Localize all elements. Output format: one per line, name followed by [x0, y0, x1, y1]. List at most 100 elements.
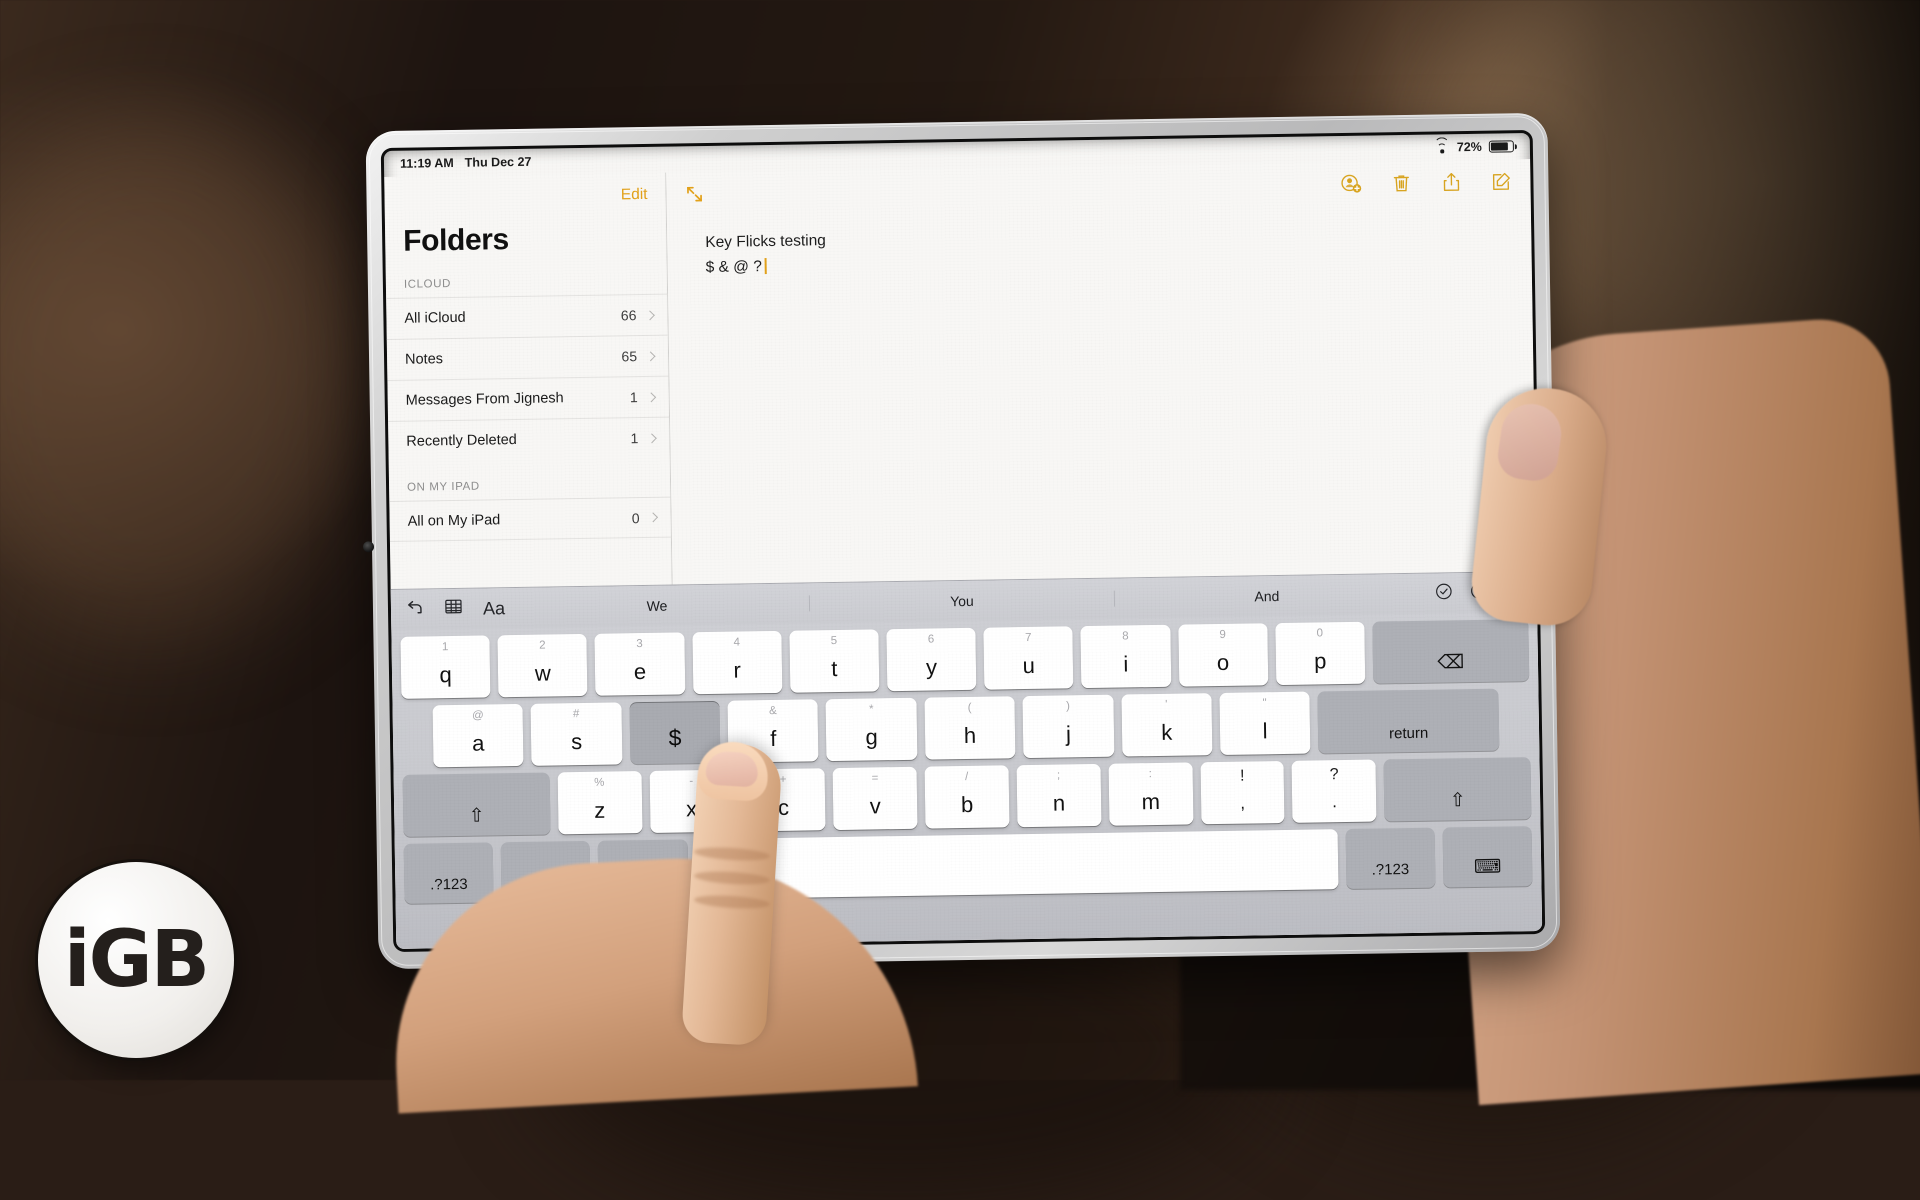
prediction-2[interactable]: You	[809, 590, 1116, 612]
key-h[interactable]: (h	[924, 696, 1016, 760]
keyboard-format-tools: Aa	[405, 597, 505, 621]
key-p[interactable]: 0p	[1275, 621, 1366, 686]
prediction-3[interactable]: And	[1115, 586, 1419, 607]
key-w[interactable]: 2w	[497, 633, 588, 698]
status-time: 11:19 AM	[399, 155, 454, 171]
key-y[interactable]: 6y	[886, 627, 977, 692]
key-label: y	[925, 654, 938, 680]
key-label: .?123	[1371, 861, 1410, 879]
key-b[interactable]: / b	[924, 765, 1010, 829]
shift-icon: ⇧	[1449, 790, 1466, 812]
key-j[interactable]: ) j	[1022, 694, 1114, 759]
share-icon[interactable]	[1440, 171, 1462, 193]
chevron-right-icon	[646, 432, 657, 443]
status-bar-left: 11:19 AM Thu Dec 27	[400, 155, 532, 171]
undo-icon[interactable]	[405, 598, 424, 620]
key-label: i	[1123, 651, 1129, 677]
key-label: o	[1216, 649, 1230, 676]
hide-keyboard-icon: ⌨	[1473, 856, 1502, 879]
key-r[interactable]: 4r	[691, 630, 783, 695]
key-s[interactable]: # s	[530, 702, 623, 766]
key-label-upper: !	[1239, 767, 1245, 785]
page-title: Folders	[402, 223, 510, 258]
table-icon[interactable]	[444, 598, 463, 620]
flick-hint: ;	[1056, 769, 1061, 782]
prediction-1[interactable]: We	[504, 595, 811, 617]
note-content[interactable]: Key Flicks testing $ & @ ?	[667, 203, 1532, 281]
key-n[interactable]: ; n	[1016, 763, 1102, 828]
chevron-right-icon	[648, 512, 659, 523]
sidebar-item-count: 0	[631, 509, 640, 526]
add-person-icon[interactable]	[1340, 173, 1362, 195]
flick-hint: 6	[927, 633, 935, 646]
key-u[interactable]: 7u	[983, 626, 1074, 690]
flick-hint: *	[868, 703, 874, 716]
front-camera	[362, 541, 375, 553]
key-o[interactable]: 9o	[1177, 623, 1269, 687]
expand-arrows-icon[interactable]	[684, 184, 704, 204]
flick-hint: @	[471, 709, 484, 722]
key-l[interactable]: " l	[1219, 691, 1311, 755]
key-e[interactable]: 3e	[594, 632, 685, 696]
key-label: z	[594, 797, 606, 823]
key-m[interactable]: :m	[1108, 762, 1194, 826]
flick-hint: 5	[830, 634, 838, 648]
hide-keyboard-key[interactable]: ⌨	[1442, 826, 1533, 888]
chevron-right-icon	[644, 309, 655, 320]
key-q[interactable]: 1q	[400, 635, 491, 699]
chevron-right-icon	[645, 350, 656, 361]
sidebar-item-all-on-my-ipad[interactable]: All on My iPad 0	[389, 496, 671, 543]
ipad-screen: 11:19 AM Thu Dec 27 72% Edit Folders ICL…	[383, 133, 1543, 949]
key-label: return	[1388, 724, 1429, 743]
key-v[interactable]: = v	[832, 766, 918, 831]
key-label: u	[1022, 652, 1036, 679]
key-label: m	[1141, 788, 1161, 815]
watermark-text: iGB	[63, 915, 210, 1005]
prediction-slots: We You And	[504, 586, 1419, 617]
key-label: h	[963, 722, 977, 749]
sidebar-item-all-icloud[interactable]: All iCloud 66	[386, 293, 668, 340]
key-z[interactable]: % z	[557, 771, 643, 835]
wifi-icon	[1434, 136, 1450, 153]
flick-hint: )	[1065, 700, 1070, 713]
return-key[interactable]: return	[1317, 688, 1500, 754]
trash-icon[interactable]	[1390, 172, 1412, 194]
key-g[interactable]: * g	[825, 697, 918, 762]
flick-hint: 0	[1316, 627, 1324, 640]
period-question-key[interactable]: ?.	[1291, 759, 1377, 823]
sidebar-item-messages-from-jignesh[interactable]: Messages From Jignesh 1	[387, 375, 670, 422]
shift-right-key[interactable]: ⇧	[1383, 757, 1532, 822]
key-a[interactable]: @ a	[432, 703, 524, 768]
status-bar-right: 72%	[1434, 136, 1514, 155]
edit-button[interactable]: Edit	[621, 186, 648, 204]
comma-exclaim-key[interactable]: !,	[1200, 760, 1285, 825]
key-t[interactable]: 5t	[789, 629, 880, 693]
flick-hint: 9	[1219, 628, 1226, 641]
sidebar-item-count: 65	[621, 348, 638, 365]
flick-hint: "	[1262, 697, 1267, 710]
flick-hint: (	[967, 701, 972, 714]
flick-hint: 4	[733, 636, 741, 649]
compose-icon[interactable]	[1490, 170, 1512, 192]
sidebar-item-label: All iCloud	[404, 309, 466, 327]
sidebar-item-recently-deleted[interactable]: Recently Deleted 1	[388, 416, 670, 463]
checkmark-circle-icon[interactable]	[1435, 582, 1453, 605]
flick-hint: :	[1148, 768, 1153, 781]
numbers-right-key[interactable]: .?123	[1345, 827, 1436, 890]
key-label: .	[1331, 792, 1338, 812]
sidebar-item-notes[interactable]: Notes 65	[386, 334, 669, 381]
keyboard-row-3: ⇧ % z -x + c = v / b ; n :m !, ?. ⇧	[394, 757, 1541, 837]
text-format-icon[interactable]: Aa	[483, 598, 505, 619]
sidebar-item-count: 1	[630, 430, 639, 447]
shift-left-key[interactable]: ⇧	[402, 772, 551, 837]
numbers-left-key[interactable]: .?123	[403, 842, 494, 904]
key-i[interactable]: 8i	[1080, 624, 1171, 689]
key-k[interactable]: ' k	[1120, 693, 1213, 757]
flick-hint: 1	[441, 641, 449, 654]
flick-hint: 2	[539, 639, 546, 652]
battery-percent-label: 72%	[1456, 139, 1482, 155]
keyboard-row-2: @ a # s $ & f * g (h ) j ' k " l return	[393, 688, 1540, 768]
flick-hint: &	[768, 704, 777, 718]
flick-hint: %	[594, 776, 605, 789]
backspace-key[interactable]: ⌫	[1372, 619, 1530, 684]
